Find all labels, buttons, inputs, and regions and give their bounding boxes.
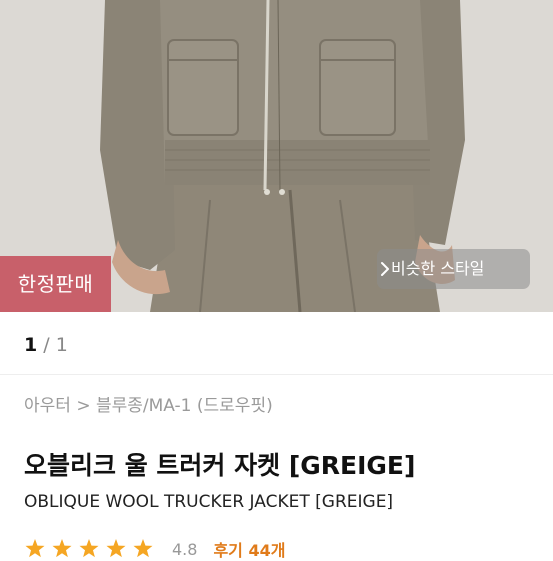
pager-separator: / [43,334,50,356]
review-count-link[interactable]: 후기 44개 [213,537,285,561]
pager-total: 1 [55,334,68,356]
limited-sale-badge: 한정판매 [0,256,111,312]
rating-row[interactable]: 4.8 후기 44개 [24,537,285,561]
breadcrumb[interactable]: 아우터 > 블루종/MA-1 (드로우핏) [24,394,273,418]
product-title: 오블리크 울 트러커 자켓 [GREIGE] [24,451,416,480]
similar-style-button[interactable]: 비슷한 스타일 [377,249,530,289]
star-icon [79,539,99,558]
image-pager: 1 / 1 [24,333,68,357]
pager-current: 1 [24,334,38,356]
chevron-right-icon [381,262,389,276]
star-icon [133,539,153,558]
star-icon [52,539,72,558]
product-subtitle: OBLIQUE WOOL TRUCKER JACKET [GREIGE] [24,492,394,512]
similar-style-label: 비슷한 스타일 [391,259,485,278]
star-icon [106,539,126,558]
divider [0,374,553,375]
rating-stars [25,539,153,558]
star-icon [25,539,45,558]
product-image[interactable]: 한정판매 비슷한 스타일 [0,0,553,312]
rating-score: 4.8 [172,539,198,559]
